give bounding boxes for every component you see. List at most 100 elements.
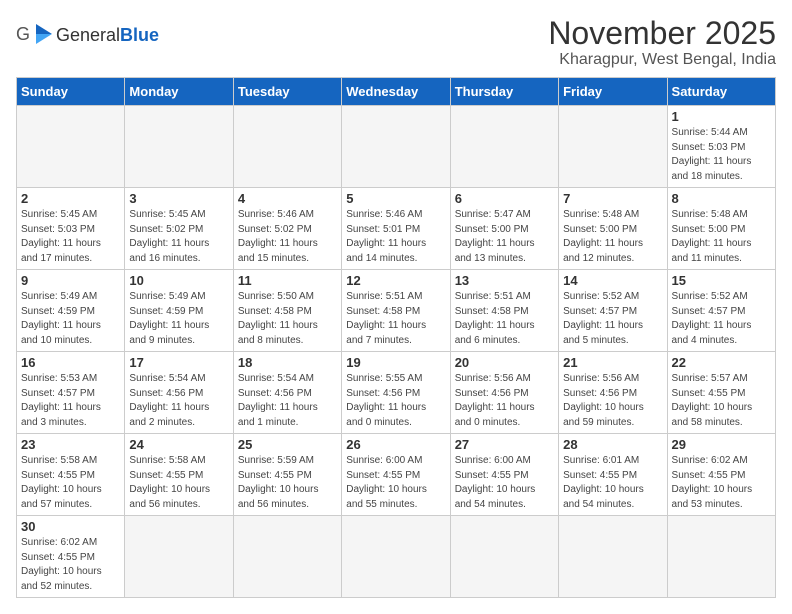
- day-info: Sunrise: 6:00 AM Sunset: 4:55 PM Dayligh…: [346, 454, 445, 512]
- day-number: 24: [129, 437, 228, 452]
- calendar-cell: [559, 516, 667, 598]
- day-number: 11: [238, 273, 337, 288]
- day-header-thursday: Thursday: [450, 78, 558, 106]
- calendar-cell: 15 Sunrise: 5:52 AM Sunset: 4:57 PM Dayli…: [667, 270, 775, 352]
- day-number: 27: [455, 437, 554, 452]
- day-number: 13: [455, 273, 554, 288]
- calendar-cell: 14 Sunrise: 5:52 AM Sunset: 4:57 PM Dayli…: [559, 270, 667, 352]
- day-number: 12: [346, 273, 445, 288]
- calendar-cell: 12Sunrise: 5:51 AM Sunset: 4:58 PM Dayli…: [342, 270, 450, 352]
- day-number: 8: [672, 191, 771, 206]
- calendar-cell: 4Sunrise: 5:46 AM Sunset: 5:02 PM Daylig…: [233, 188, 341, 270]
- day-info: Sunrise: 5:47 AM Sunset: 5:00 PM Dayligh…: [455, 208, 554, 266]
- calendar-cell: 1 Sunrise: 5:44 AM Sunset: 5:03 PM Daylig…: [667, 106, 775, 188]
- day-number: 5: [346, 191, 445, 206]
- day-info: Sunrise: 5:52 AM Sunset: 4:57 PM Dayligh…: [672, 290, 771, 348]
- day-number: 1: [672, 109, 771, 124]
- calendar-cell: 11 Sunrise: 5:50 AM Sunset: 4:58 PM Dayli…: [233, 270, 341, 352]
- logo-general: General: [56, 25, 120, 45]
- calendar-week-row: 2 Sunrise: 5:45 AM Sunset: 5:03 PM Daylig…: [17, 188, 776, 270]
- day-number: 25: [238, 437, 337, 452]
- day-header-wednesday: Wednesday: [342, 78, 450, 106]
- day-info: Sunrise: 6:02 AM Sunset: 4:55 PM Dayligh…: [672, 454, 771, 512]
- day-number: 20: [455, 355, 554, 370]
- calendar-cell: 13 Sunrise: 5:51 AM Sunset: 4:58 PM Dayli…: [450, 270, 558, 352]
- month-title: November 2025: [548, 16, 776, 51]
- day-number: 2: [21, 191, 120, 206]
- calendar-cell: [450, 516, 558, 598]
- calendar-week-row: 16 Sunrise: 5:53 AM Sunset: 4:57 PM Dayli…: [17, 352, 776, 434]
- calendar-cell: 9Sunrise: 5:49 AM Sunset: 4:59 PM Daylig…: [17, 270, 125, 352]
- calendar-cell: 10 Sunrise: 5:49 AM Sunset: 4:59 PM Dayli…: [125, 270, 233, 352]
- calendar-cell: 3Sunrise: 5:45 AM Sunset: 5:02 PM Daylig…: [125, 188, 233, 270]
- day-number: 19: [346, 355, 445, 370]
- day-number: 3: [129, 191, 228, 206]
- day-info: Sunrise: 5:44 AM Sunset: 5:03 PM Dayligh…: [672, 126, 771, 184]
- day-number: 30: [21, 519, 120, 534]
- calendar-week-row: 1 Sunrise: 5:44 AM Sunset: 5:03 PM Daylig…: [17, 106, 776, 188]
- calendar-week-row: 23Sunrise: 5:58 AM Sunset: 4:55 PM Dayli…: [17, 434, 776, 516]
- calendar-cell: 21Sunrise: 5:56 AM Sunset: 4:56 PM Dayli…: [559, 352, 667, 434]
- day-info: Sunrise: 5:54 AM Sunset: 4:56 PM Dayligh…: [129, 372, 228, 430]
- day-header-sunday: Sunday: [17, 78, 125, 106]
- logo-blue: Blue: [120, 25, 159, 45]
- day-number: 28: [563, 437, 662, 452]
- day-header-tuesday: Tuesday: [233, 78, 341, 106]
- calendar-week-row: 9Sunrise: 5:49 AM Sunset: 4:59 PM Daylig…: [17, 270, 776, 352]
- day-number: 16: [21, 355, 120, 370]
- calendar-cell: 30Sunrise: 6:02 AM Sunset: 4:55 PM Dayli…: [17, 516, 125, 598]
- calendar-cell: 20 Sunrise: 5:56 AM Sunset: 4:56 PM Dayli…: [450, 352, 558, 434]
- calendar-cell: 6 Sunrise: 5:47 AM Sunset: 5:00 PM Daylig…: [450, 188, 558, 270]
- day-info: Sunrise: 6:00 AM Sunset: 4:55 PM Dayligh…: [455, 454, 554, 512]
- header: G GeneralBlue November 2025 Kharagpur, W…: [16, 16, 776, 69]
- day-info: Sunrise: 5:45 AM Sunset: 5:03 PM Dayligh…: [21, 208, 120, 266]
- day-info: Sunrise: 5:48 AM Sunset: 5:00 PM Dayligh…: [672, 208, 771, 266]
- day-number: 29: [672, 437, 771, 452]
- calendar-cell: [125, 516, 233, 598]
- day-info: Sunrise: 5:56 AM Sunset: 4:56 PM Dayligh…: [563, 372, 662, 430]
- calendar-cell: [667, 516, 775, 598]
- calendar-week-row: 30Sunrise: 6:02 AM Sunset: 4:55 PM Dayli…: [17, 516, 776, 598]
- location: Kharagpur, West Bengal, India: [548, 51, 776, 69]
- day-number: 23: [21, 437, 120, 452]
- day-info: Sunrise: 5:49 AM Sunset: 4:59 PM Dayligh…: [129, 290, 228, 348]
- calendar-cell: 2 Sunrise: 5:45 AM Sunset: 5:03 PM Daylig…: [17, 188, 125, 270]
- day-number: 10: [129, 273, 228, 288]
- calendar-cell: 22Sunrise: 5:57 AM Sunset: 4:55 PM Dayli…: [667, 352, 775, 434]
- day-number: 14: [563, 273, 662, 288]
- calendar-cell: 18Sunrise: 5:54 AM Sunset: 4:56 PM Dayli…: [233, 352, 341, 434]
- calendar-cell: [233, 106, 341, 188]
- day-number: 15: [672, 273, 771, 288]
- day-info: Sunrise: 5:54 AM Sunset: 4:56 PM Dayligh…: [238, 372, 337, 430]
- day-info: Sunrise: 5:50 AM Sunset: 4:58 PM Dayligh…: [238, 290, 337, 348]
- day-info: Sunrise: 5:56 AM Sunset: 4:56 PM Dayligh…: [455, 372, 554, 430]
- day-info: Sunrise: 5:53 AM Sunset: 4:57 PM Dayligh…: [21, 372, 120, 430]
- day-info: Sunrise: 5:48 AM Sunset: 5:00 PM Dayligh…: [563, 208, 662, 266]
- day-info: Sunrise: 6:01 AM Sunset: 4:55 PM Dayligh…: [563, 454, 662, 512]
- calendar-cell: 26 Sunrise: 6:00 AM Sunset: 4:55 PM Dayli…: [342, 434, 450, 516]
- calendar-cell: [342, 106, 450, 188]
- calendar-cell: 23Sunrise: 5:58 AM Sunset: 4:55 PM Dayli…: [17, 434, 125, 516]
- logo: G GeneralBlue: [16, 20, 159, 50]
- day-number: 26: [346, 437, 445, 452]
- calendar-cell: 25 Sunrise: 5:59 AM Sunset: 4:55 PM Dayli…: [233, 434, 341, 516]
- day-number: 22: [672, 355, 771, 370]
- day-number: 7: [563, 191, 662, 206]
- day-info: Sunrise: 5:59 AM Sunset: 4:55 PM Dayligh…: [238, 454, 337, 512]
- calendar-cell: [559, 106, 667, 188]
- day-info: Sunrise: 5:52 AM Sunset: 4:57 PM Dayligh…: [563, 290, 662, 348]
- day-number: 6: [455, 191, 554, 206]
- calendar-cell: [17, 106, 125, 188]
- calendar-cell: 19 Sunrise: 5:55 AM Sunset: 4:56 PM Dayli…: [342, 352, 450, 434]
- day-info: Sunrise: 5:46 AM Sunset: 5:01 PM Dayligh…: [346, 208, 445, 266]
- title-block: November 2025 Kharagpur, West Bengal, In…: [548, 16, 776, 69]
- calendar-cell: 24Sunrise: 5:58 AM Sunset: 4:55 PM Dayli…: [125, 434, 233, 516]
- logo-text: GeneralBlue: [56, 26, 159, 44]
- day-info: Sunrise: 5:55 AM Sunset: 4:56 PM Dayligh…: [346, 372, 445, 430]
- day-info: Sunrise: 5:51 AM Sunset: 4:58 PM Dayligh…: [455, 290, 554, 348]
- calendar-cell: [342, 516, 450, 598]
- calendar-cell: 17Sunrise: 5:54 AM Sunset: 4:56 PM Dayli…: [125, 352, 233, 434]
- calendar-cell: 5 Sunrise: 5:46 AM Sunset: 5:01 PM Daylig…: [342, 188, 450, 270]
- calendar-cell: [450, 106, 558, 188]
- calendar: SundayMondayTuesdayWednesdayThursdayFrid…: [16, 77, 776, 598]
